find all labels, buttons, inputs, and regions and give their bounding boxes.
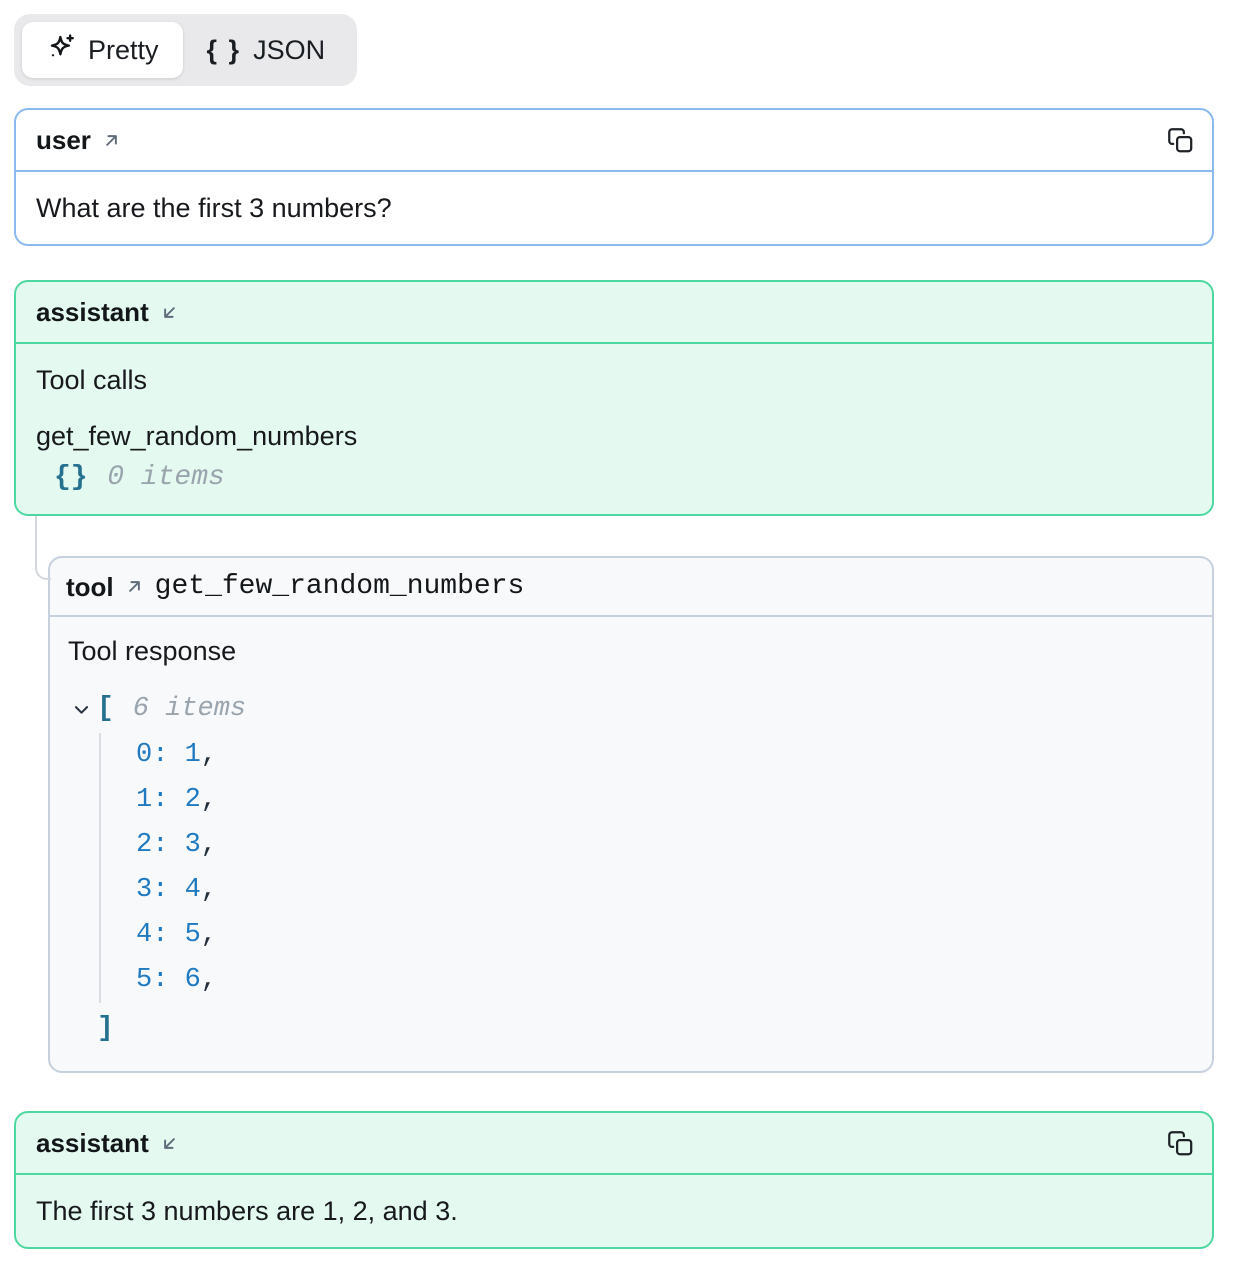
json-value: 3 — [185, 830, 201, 860]
json-comma: , — [201, 965, 217, 995]
json-value: 1 — [185, 740, 201, 770]
tool-message-header: tool get_few_random_numbers — [50, 558, 1212, 617]
json-array-row: 3:4, — [136, 868, 1192, 913]
assistant-toolcall-card: assistant Tool calls get_few_random_numb… — [14, 280, 1214, 516]
json-index: 4 — [136, 920, 152, 950]
user-message-text: What are the first 3 numbers? — [16, 172, 1212, 244]
array-item-count: 6 items — [133, 693, 246, 725]
chevron-down-icon — [72, 700, 91, 719]
json-colon: : — [152, 875, 168, 905]
json-colon: : — [152, 965, 168, 995]
json-comma: , — [201, 830, 217, 860]
tab-pretty[interactable]: Pretty — [22, 22, 183, 78]
role-label: user — [36, 125, 91, 155]
json-colon: : — [152, 920, 168, 950]
braces-icon: { } — [207, 35, 242, 65]
assistant-reply-card: assistant The first 3 numbers are 1, 2, … — [14, 1111, 1214, 1249]
json-array-row: 5:6, — [136, 958, 1192, 1003]
json-array-row: 4:5, — [136, 913, 1192, 958]
arrow-down-left-icon — [159, 302, 180, 323]
json-colon: : — [152, 785, 168, 815]
role-label: tool — [66, 572, 114, 602]
tool-message-wrap: tool get_few_random_numbers Tool respons… — [48, 556, 1214, 1073]
json-value: 6 — [185, 965, 201, 995]
tab-pretty-label: Pretty — [88, 35, 159, 65]
role-label: assistant — [36, 297, 149, 327]
json-index: 3 — [136, 875, 152, 905]
assistant-reply-header: assistant — [16, 1113, 1212, 1175]
empty-object-braces: {} — [54, 462, 88, 493]
json-comma: , — [201, 740, 217, 770]
tool-call-connector-line — [35, 516, 51, 580]
tab-json-label: JSON — [253, 35, 325, 65]
user-message-header: user — [16, 110, 1212, 172]
sparkle-icon — [46, 32, 76, 68]
assistant-reply-text: The first 3 numbers are 1, 2, and 3. — [16, 1175, 1212, 1247]
assistant-toolcall-header: assistant — [16, 282, 1212, 344]
collapse-array-button[interactable] — [72, 700, 91, 719]
tool-call-args-collapsed[interactable]: {} 0 items — [54, 462, 1192, 494]
json-index: 0 — [136, 740, 152, 770]
json-array-row: 2:3, — [136, 823, 1192, 868]
json-colon: : — [152, 740, 168, 770]
tool-name: get_few_random_numbers — [155, 571, 525, 602]
array-open-bracket: [ — [97, 693, 114, 725]
copy-icon — [1167, 1130, 1194, 1157]
arrow-up-right-icon — [101, 130, 122, 151]
tool-response-section-title: Tool response — [68, 635, 1192, 667]
json-index: 1 — [136, 785, 152, 815]
json-array-row: 1:2, — [136, 778, 1192, 823]
tool-message-card: tool get_few_random_numbers Tool respons… — [48, 556, 1214, 1073]
json-array-row: 0:1, — [136, 733, 1192, 778]
json-index: 5 — [136, 965, 152, 995]
json-tree: [ 6 items 0:1, 1:2, 2:3, 3:4, 4:5, 5:6, … — [68, 693, 1192, 1049]
view-toggle: Pretty { } JSON — [14, 14, 357, 86]
trace-viewer: Pretty { } JSON user — [0, 0, 1244, 1265]
copy-button[interactable] — [1167, 127, 1194, 154]
json-comma: , — [201, 875, 217, 905]
json-colon: : — [152, 830, 168, 860]
role-label: assistant — [36, 1128, 149, 1158]
json-value: 2 — [185, 785, 201, 815]
json-value: 4 — [185, 875, 201, 905]
json-array-items: 0:1, 1:2, 2:3, 3:4, 4:5, 5:6, — [99, 733, 1192, 1003]
arrow-up-right-icon — [124, 576, 145, 597]
copy-button[interactable] — [1167, 1130, 1194, 1157]
array-close-bracket: ] — [97, 1009, 1192, 1049]
json-value: 5 — [185, 920, 201, 950]
tool-calls-section-title: Tool calls — [36, 364, 1192, 396]
json-index: 2 — [136, 830, 152, 860]
user-message-card: user What are the first 3 numbers? — [14, 108, 1214, 246]
tab-json[interactable]: { } JSON — [183, 25, 350, 75]
arrow-down-left-icon — [159, 1133, 180, 1154]
json-comma: , — [201, 920, 217, 950]
args-item-count: 0 items — [107, 462, 225, 493]
json-comma: , — [201, 785, 217, 815]
copy-icon — [1167, 127, 1194, 154]
tool-call-name: get_few_random_numbers — [36, 420, 1192, 452]
